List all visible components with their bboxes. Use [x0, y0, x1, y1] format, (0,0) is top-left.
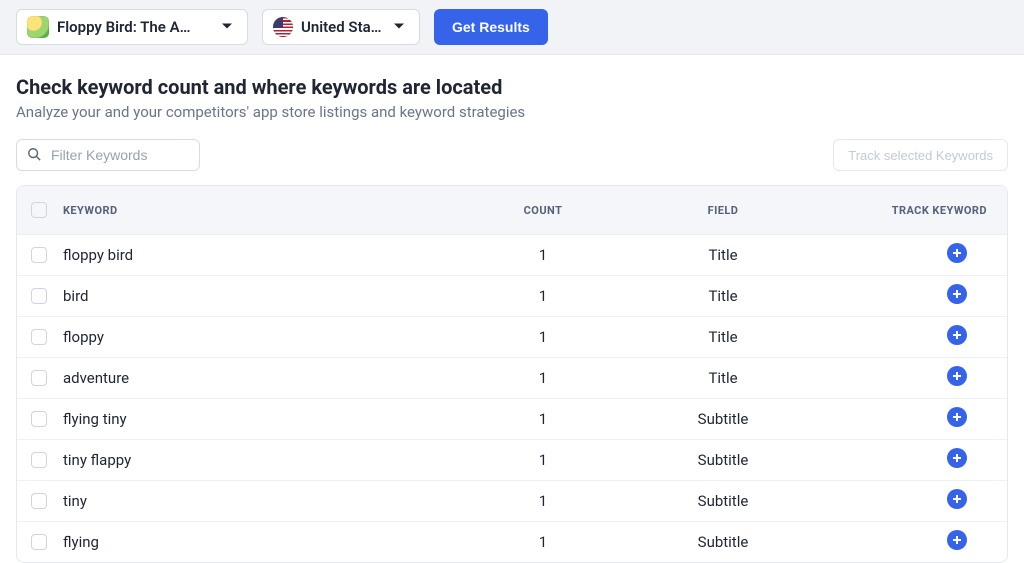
cell-keyword: flying tiny	[63, 410, 463, 428]
table-header: Keyword Count Field Track Keyword	[17, 186, 1007, 234]
table-row: flying tiny1Subtitle	[17, 398, 1007, 439]
row-checkbox[interactable]	[31, 370, 47, 386]
cell-keyword: tiny	[63, 492, 463, 510]
cell-keyword: adventure	[63, 369, 463, 387]
table-row: flying1Subtitle	[17, 521, 1007, 562]
filter-keywords-input[interactable]	[49, 146, 189, 164]
table-row: floppy1Title	[17, 316, 1007, 357]
track-keyword-button[interactable]	[947, 407, 967, 427]
page-body: Check keyword count and where keywords a…	[0, 55, 1024, 563]
track-keyword-button[interactable]	[947, 448, 967, 468]
row-checkbox[interactable]	[31, 534, 47, 550]
th-keyword: Keyword	[63, 204, 463, 217]
country-selector[interactable]: United States	[262, 9, 420, 45]
cell-track	[823, 489, 993, 513]
cell-count: 1	[463, 287, 623, 305]
cell-field: Title	[623, 328, 823, 346]
cell-field: Subtitle	[623, 410, 823, 428]
page-subtitle: Analyze your and your competitors' app s…	[16, 103, 1008, 121]
cell-count: 1	[463, 410, 623, 428]
cell-count: 1	[463, 533, 623, 551]
track-keyword-button[interactable]	[947, 530, 967, 550]
top-bar: Floppy Bird: The Adventu United States G…	[0, 0, 1024, 55]
row-checkbox[interactable]	[31, 411, 47, 427]
th-track: Track Keyword	[823, 204, 993, 217]
cell-keyword: tiny flappy	[63, 451, 463, 469]
cell-count: 1	[463, 246, 623, 264]
cell-field: Title	[623, 287, 823, 305]
track-keyword-button[interactable]	[947, 325, 967, 345]
cell-field: Title	[623, 246, 823, 264]
cell-field: Subtitle	[623, 492, 823, 510]
table-row: bird1Title	[17, 275, 1007, 316]
row-checkbox[interactable]	[31, 493, 47, 509]
row-checkbox[interactable]	[31, 247, 47, 263]
cell-field: Subtitle	[623, 451, 823, 469]
toolbar: Track selected Keywords	[16, 139, 1008, 171]
cell-track	[823, 366, 993, 390]
cell-count: 1	[463, 369, 623, 387]
table-row: tiny flappy1Subtitle	[17, 439, 1007, 480]
table-row: tiny1Subtitle	[17, 480, 1007, 521]
row-checkbox[interactable]	[31, 329, 47, 345]
track-keyword-button[interactable]	[947, 366, 967, 386]
cell-count: 1	[463, 328, 623, 346]
page-title: Check keyword count and where keywords a…	[16, 75, 1008, 99]
row-checkbox[interactable]	[31, 288, 47, 304]
filter-keywords-input-wrap[interactable]	[16, 139, 200, 171]
track-keyword-button[interactable]	[947, 284, 967, 304]
chevron-down-icon	[221, 18, 233, 36]
track-keyword-button[interactable]	[947, 243, 967, 263]
row-checkbox[interactable]	[31, 452, 47, 468]
app-selector[interactable]: Floppy Bird: The Adventu	[16, 9, 248, 45]
cell-field: Title	[623, 369, 823, 387]
us-flag-icon	[273, 17, 293, 37]
cell-track	[823, 407, 993, 431]
table-body: floppy bird1Titlebird1Titlefloppy1Titlea…	[17, 234, 1007, 562]
cell-track	[823, 243, 993, 267]
cell-track	[823, 530, 993, 554]
cell-field: Subtitle	[623, 533, 823, 551]
cell-track	[823, 325, 993, 349]
cell-keyword: bird	[63, 287, 463, 305]
cell-track	[823, 284, 993, 308]
cell-track	[823, 448, 993, 472]
table-row: floppy bird1Title	[17, 234, 1007, 275]
cell-count: 1	[463, 492, 623, 510]
search-icon	[27, 146, 41, 165]
cell-keyword: floppy bird	[63, 246, 463, 264]
chevron-down-icon	[393, 18, 405, 36]
cell-keyword: floppy	[63, 328, 463, 346]
th-count: Count	[463, 204, 623, 217]
select-all-checkbox[interactable]	[31, 202, 47, 218]
th-field: Field	[623, 204, 823, 217]
app-selector-label: Floppy Bird: The Adventu	[57, 18, 197, 36]
cell-count: 1	[463, 451, 623, 469]
country-selector-label: United States	[301, 18, 385, 36]
track-selected-button[interactable]: Track selected Keywords	[833, 139, 1008, 171]
track-keyword-button[interactable]	[947, 489, 967, 509]
app-icon	[27, 16, 49, 38]
table-row: adventure1Title	[17, 357, 1007, 398]
keywords-table: Keyword Count Field Track Keyword floppy…	[16, 185, 1008, 563]
cell-keyword: flying	[63, 533, 463, 551]
get-results-button[interactable]: Get Results	[434, 9, 548, 45]
